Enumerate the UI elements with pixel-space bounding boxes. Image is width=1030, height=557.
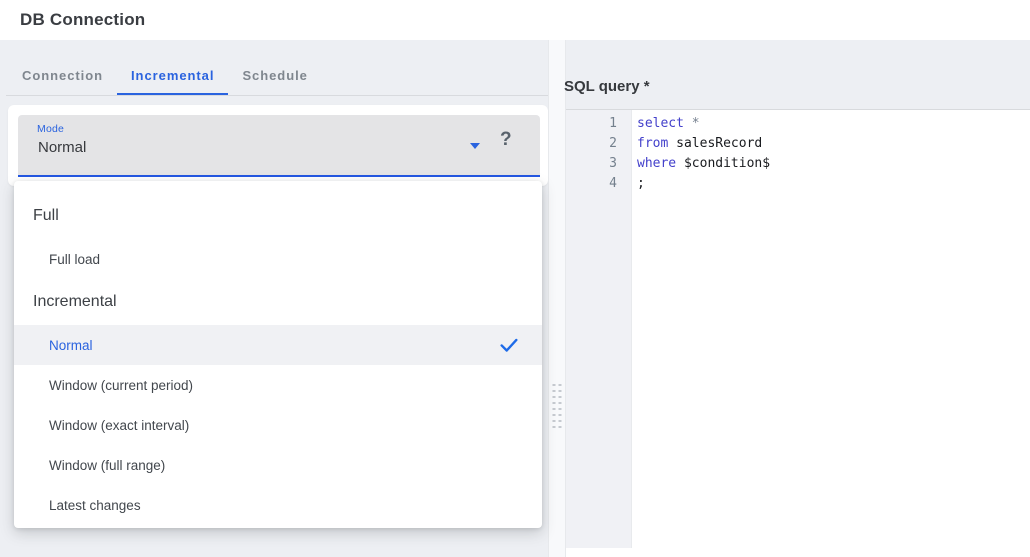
menu-option-normal[interactable]: Normal bbox=[14, 325, 542, 365]
code-line: ; bbox=[637, 176, 645, 191]
tabs-divider bbox=[6, 95, 552, 96]
sql-code-editor[interactable]: 1 2 3 4 select * from salesRecord where $cond… bbox=[566, 109, 1030, 557]
menu-option-label: Window (exact interval) bbox=[49, 417, 190, 433]
menu-option-window-current-period-[interactable]: Window (current period) bbox=[14, 365, 542, 405]
sql-query-label: SQL query * bbox=[564, 78, 650, 95]
pane-splitter[interactable] bbox=[548, 40, 566, 557]
menu-group-header-full: Full bbox=[33, 207, 59, 224]
page-title: DB Connection bbox=[20, 10, 146, 29]
splitter-grip-icon[interactable] bbox=[552, 384, 562, 432]
mode-select-value: Normal bbox=[38, 139, 87, 156]
menu-group-header-incremental: Incremental bbox=[33, 293, 117, 310]
menu-option-latest-changes[interactable]: Latest changes bbox=[14, 485, 542, 525]
mode-select[interactable]: Mode Normal ? bbox=[18, 115, 540, 177]
mode-dropdown-menu: Full Full load Incremental Normal Window (cu… bbox=[14, 181, 542, 528]
editor-code-area[interactable]: select * from salesRecord where $condition… bbox=[633, 110, 1030, 557]
mode-field-card: Mode Normal ? bbox=[8, 105, 548, 186]
menu-option-window-full-range-[interactable]: Window (full range) bbox=[14, 445, 542, 485]
line-number: 2 bbox=[609, 136, 617, 151]
check-icon bbox=[498, 334, 520, 356]
menu-option-label: Window (full range) bbox=[49, 457, 166, 473]
menu-option-label: Full load bbox=[49, 251, 101, 267]
line-number: 3 bbox=[609, 156, 617, 171]
app-header: DB Connection bbox=[0, 0, 1030, 40]
tab-connection[interactable]: Connection bbox=[8, 55, 117, 96]
line-number: 1 bbox=[609, 116, 617, 131]
menu-option-window-exact-interval-[interactable]: Window (exact interval) bbox=[14, 405, 542, 445]
menu-option-full-load[interactable]: Full load bbox=[14, 239, 542, 279]
chevron-down-icon[interactable] bbox=[470, 143, 480, 149]
tab-schedule[interactable]: Schedule bbox=[228, 55, 321, 96]
tab-incremental[interactable]: Incremental bbox=[117, 55, 229, 96]
tabs-row: Connection Incremental Schedule bbox=[8, 55, 322, 96]
menu-option-label: Window (current period) bbox=[49, 377, 194, 393]
code-line: select * bbox=[637, 116, 700, 131]
code-line: where $condition$ bbox=[637, 156, 771, 171]
line-number: 4 bbox=[609, 176, 617, 191]
code-line: from salesRecord bbox=[637, 136, 763, 151]
menu-option-label: Normal bbox=[49, 337, 93, 353]
editor-gutter: 1 2 3 4 bbox=[566, 110, 632, 548]
mode-select-label: Mode bbox=[37, 123, 65, 135]
help-icon[interactable]: ? bbox=[500, 129, 512, 151]
menu-option-label: Latest changes bbox=[49, 497, 141, 513]
